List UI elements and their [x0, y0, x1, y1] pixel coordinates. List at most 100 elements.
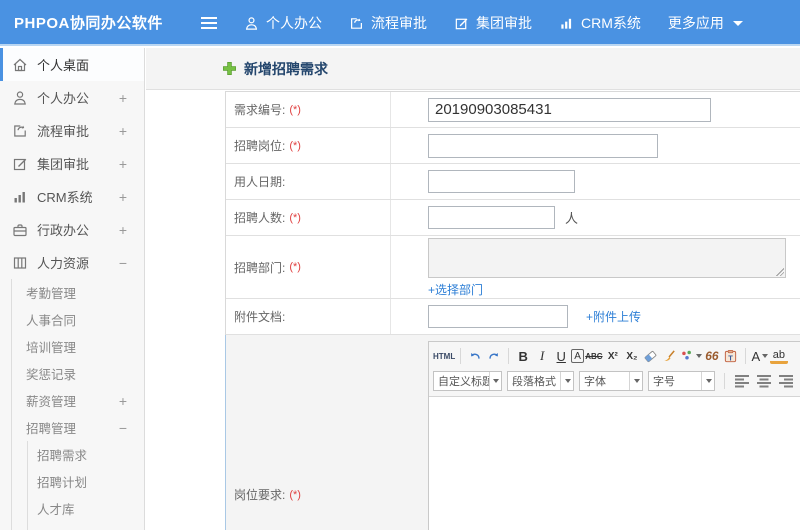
app-window: PHPOA协同办公软件 个人办公 流程审批 集团审批 CRM系统 更多应用 个人…: [0, 0, 800, 530]
editor-content-area[interactable]: [429, 397, 800, 530]
font-size-select[interactable]: 字号: [648, 371, 715, 391]
top-header-bar: PHPOA协同办公软件 个人办公 流程审批 集团审批 CRM系统 更多应用: [0, 0, 800, 46]
hr-submenu: 考勤管理 人事合同 培训管理 奖惩记录 薪资管理 + 招聘管理 − 招聘需求 招…: [11, 279, 144, 530]
char-border-button[interactable]: A: [571, 349, 584, 363]
content-header: 新增招聘需求: [146, 48, 800, 90]
custom-title-select[interactable]: 自定义标题: [433, 371, 502, 391]
nav-crm-system[interactable]: CRM系统: [559, 13, 641, 33]
attachment-upload-link[interactable]: +附件上传: [586, 308, 641, 325]
nav-personal-office[interactable]: 个人办公: [244, 13, 322, 33]
sidebar-item-workflow-approval[interactable]: 流程审批 +: [0, 114, 144, 147]
sidebar-item-label: 考勤管理: [26, 287, 77, 301]
field-value-cell: 人: [391, 200, 800, 235]
nav-group-approval[interactable]: 集团审批: [454, 13, 532, 33]
recruit-submenu: 招聘需求 招聘计划 人才库: [27, 441, 144, 530]
nav-more-apps[interactable]: 更多应用: [668, 13, 743, 33]
align-center-button[interactable]: [756, 372, 773, 390]
required-marker: (*): [289, 139, 301, 152]
sidebar-item-recruit-plan[interactable]: 招聘计划: [28, 468, 144, 495]
process-icon: [349, 16, 364, 31]
nav-label: 流程审批: [371, 15, 427, 31]
sidebar-item-hr-contract[interactable]: 人事合同: [12, 306, 144, 333]
nav-label: 更多应用: [667, 15, 724, 31]
sidebar-item-label: 薪资管理: [26, 395, 77, 409]
recruit-demand-form: 需求编号: (*) 招聘岗位: (*) 用人日期:: [225, 91, 800, 530]
sidebar-item-recruit-mgmt[interactable]: 招聘管理 −: [12, 414, 144, 441]
required-marker: (*): [289, 211, 301, 224]
form-row-recruit-dept: 招聘部门: (*) +选择部门: [226, 236, 800, 299]
font-color-button[interactable]: A: [751, 347, 769, 365]
demand-no-input[interactable]: [428, 97, 711, 122]
align-right-button[interactable]: [778, 372, 795, 390]
field-label-cell: 需求编号: (*): [226, 92, 391, 127]
eraser-button[interactable]: [642, 347, 660, 365]
paragraph-format-select[interactable]: 段落格式: [507, 371, 574, 391]
sidebar-item-reward-record[interactable]: 奖惩记录: [12, 360, 144, 387]
expand-toggle[interactable]: +: [119, 90, 127, 106]
user-icon: [244, 16, 259, 31]
nav-workflow-approval[interactable]: 流程审批: [349, 13, 427, 33]
caret-down-icon: [762, 354, 769, 358]
app-logo: PHPOA协同办公软件: [14, 14, 163, 32]
rich-text-editor: HTML B I U A ABC X² X₂ 66 T A ab 自定义标题 段…: [428, 341, 800, 530]
subscript-button[interactable]: X₂: [623, 347, 641, 365]
blockquote-button[interactable]: 66: [703, 347, 721, 365]
format-painter-button[interactable]: [661, 347, 679, 365]
nav-label: CRM系统: [581, 15, 641, 31]
paste-text-button[interactable]: T: [722, 347, 740, 365]
recruit-dept-textarea[interactable]: [428, 238, 786, 278]
font-family-select[interactable]: 字体: [579, 371, 643, 391]
collapse-toggle[interactable]: −: [119, 420, 127, 436]
sidebar-item-group-approval[interactable]: 集团审批 +: [0, 147, 144, 180]
bold-button[interactable]: B: [514, 347, 532, 365]
sidebar-item-talent-pool[interactable]: 人才库: [28, 495, 144, 522]
field-label: 用人日期:: [234, 175, 286, 189]
expand-toggle[interactable]: +: [119, 222, 127, 238]
job-position-input[interactable]: [428, 133, 658, 158]
sidebar-item-admin-office[interactable]: 行政办公 +: [0, 213, 144, 246]
choose-dept-link[interactable]: +选择部门: [428, 281, 483, 298]
add-plus-icon: [222, 61, 237, 76]
highlight-color-button[interactable]: [680, 347, 702, 365]
sidebar-item-attendance-mgmt[interactable]: 考勤管理: [12, 279, 144, 306]
sidebar-item-human-resources[interactable]: 人力资源 −: [0, 246, 144, 279]
menu-toggle-button[interactable]: [200, 0, 218, 46]
expand-toggle[interactable]: +: [119, 123, 127, 139]
italic-button[interactable]: I: [533, 347, 551, 365]
expand-toggle[interactable]: +: [119, 156, 127, 172]
field-label-cell: 招聘人数: (*): [226, 200, 391, 235]
underline-button[interactable]: U: [552, 347, 570, 365]
hr-module-icon: [12, 255, 28, 271]
editor-toolbar-row2: 自定义标题 段落格式 字体 字号: [433, 370, 800, 392]
bg-color-button[interactable]: ab: [769, 349, 788, 364]
hire-date-input[interactable]: [428, 170, 575, 193]
expand-toggle[interactable]: +: [119, 393, 127, 409]
redo-button[interactable]: [485, 347, 503, 365]
resize-handle[interactable]: [775, 267, 784, 276]
sidebar-item-recruit-demand[interactable]: 招聘需求: [28, 441, 144, 468]
sidebar-item-personal-desktop[interactable]: 个人桌面: [0, 48, 144, 81]
form-row-attachment: 附件文档: +附件上传: [226, 299, 800, 335]
collapse-toggle[interactable]: −: [119, 255, 127, 271]
superscript-button[interactable]: X²: [604, 347, 622, 365]
field-label-cell: 招聘部门: (*): [226, 236, 391, 298]
sidebar-item-training-mgmt[interactable]: 培训管理: [12, 333, 144, 360]
page-title: 新增招聘需求: [222, 59, 328, 79]
field-label: 招聘部门:: [234, 260, 286, 275]
editor-toolbar: HTML B I U A ABC X² X₂ 66 T A ab 自定义标题 段…: [429, 342, 800, 397]
headcount-input[interactable]: [428, 206, 555, 229]
form-row-job-position: 招聘岗位: (*): [226, 128, 800, 164]
field-label-cell: 附件文档:: [226, 299, 391, 334]
sidebar-item-crm-system[interactable]: CRM系统 +: [0, 180, 144, 213]
align-left-button[interactable]: [734, 372, 751, 390]
html-source-button[interactable]: HTML: [433, 347, 455, 365]
sidebar-item-personal-office[interactable]: 个人办公 +: [0, 81, 144, 114]
sidebar-item-label: 行政办公: [37, 223, 90, 238]
strikethrough-button[interactable]: ABC: [585, 347, 603, 365]
expand-toggle[interactable]: +: [119, 189, 127, 205]
top-navigation: 个人办公 流程审批 集团审批 CRM系统 更多应用: [244, 0, 743, 46]
sidebar-item-salary-mgmt[interactable]: 薪资管理 +: [12, 387, 144, 414]
field-label: 招聘岗位:: [234, 139, 286, 153]
attachment-input[interactable]: [428, 305, 568, 328]
undo-button[interactable]: [466, 347, 484, 365]
